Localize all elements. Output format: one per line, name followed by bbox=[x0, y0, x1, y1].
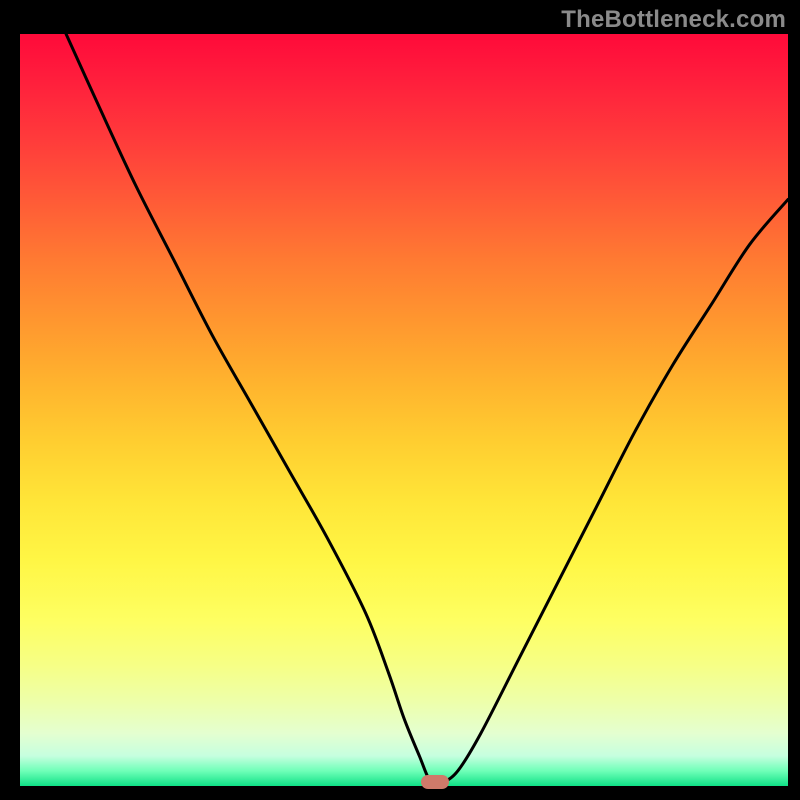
watermark-text: TheBottleneck.com bbox=[561, 6, 786, 34]
plot-area bbox=[20, 34, 788, 786]
optimal-point-marker bbox=[421, 775, 449, 789]
bottleneck-curve bbox=[20, 34, 788, 786]
chart-frame: TheBottleneck.com bbox=[0, 0, 800, 800]
